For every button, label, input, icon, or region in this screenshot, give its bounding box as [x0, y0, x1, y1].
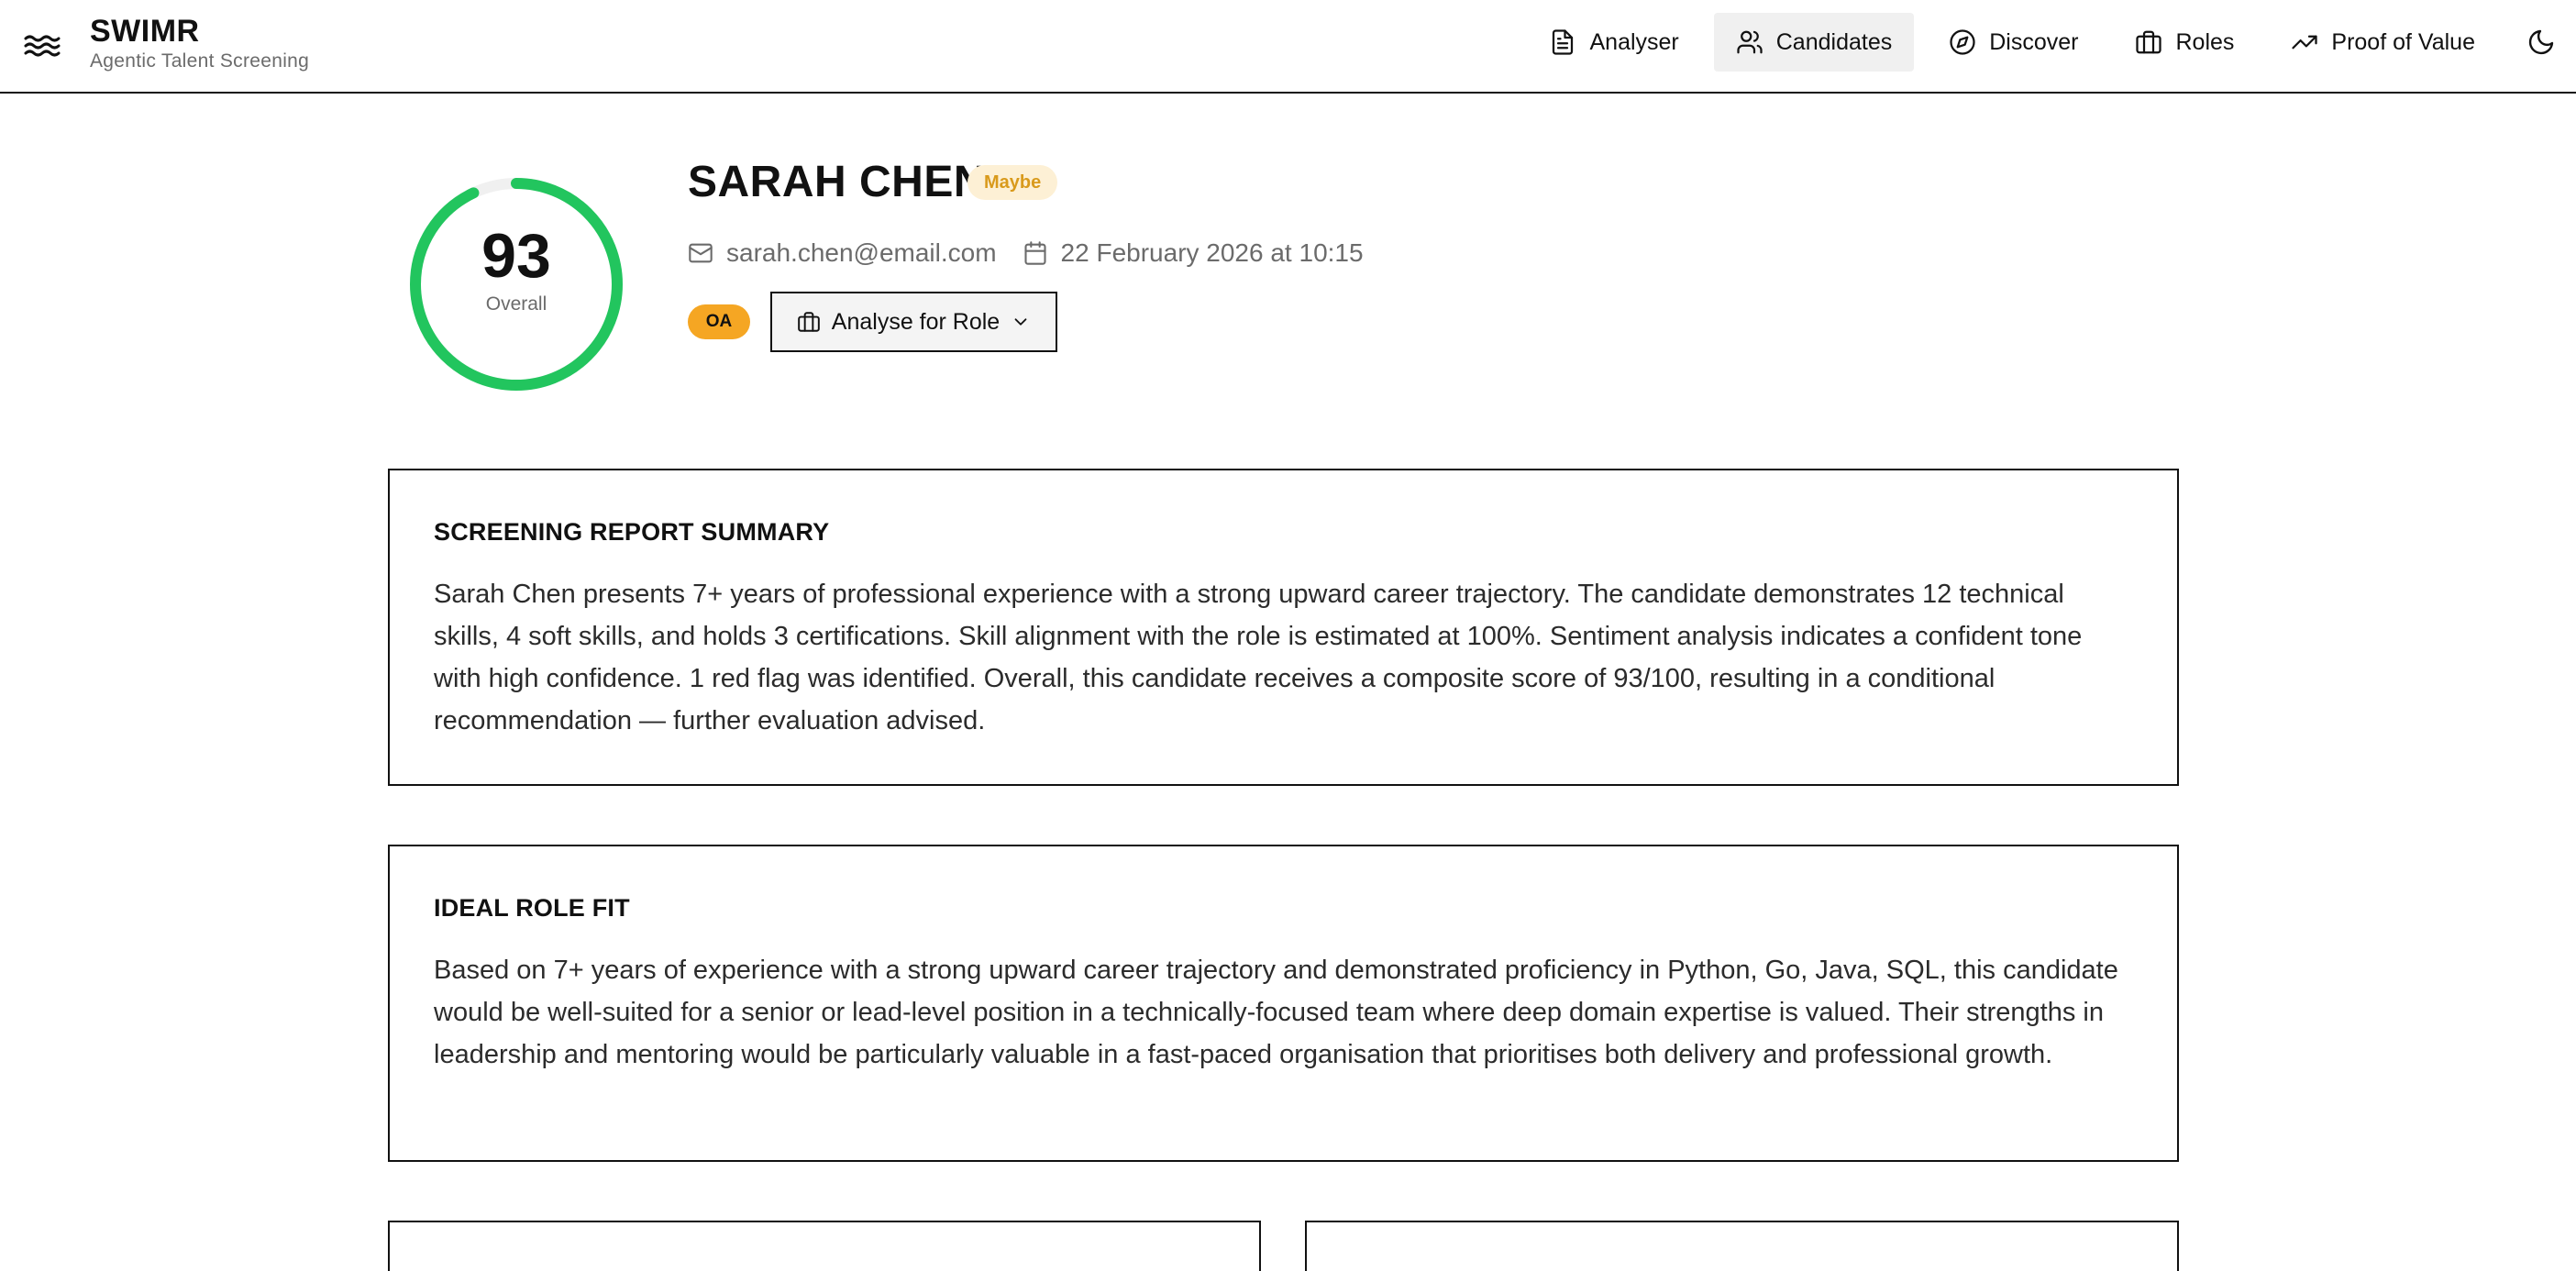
detail-card-right — [1305, 1221, 2179, 1271]
nav-item-label: Discover — [1989, 28, 2079, 55]
analyse-for-role-button[interactable]: Analyse for Role — [770, 292, 1057, 352]
nav-item-analyser[interactable]: Analyser — [1527, 13, 1700, 72]
detail-card-left — [388, 1221, 1261, 1271]
chevron-down-icon — [1014, 318, 1027, 326]
candidate-name: SARAH CHEN — [688, 158, 987, 206]
menu-icon[interactable] — [22, 26, 62, 66]
card-heading: SCREENING REPORT SUMMARY — [434, 518, 830, 546]
nav-item-label: Candidates — [1775, 28, 1893, 55]
nav-item-roles[interactable]: Roles — [2113, 13, 2256, 72]
calendar-icon — [1023, 241, 1046, 265]
nav-item-label: Proof of Value — [2331, 28, 2475, 55]
top-navigation-bar: SWIMR Agentic Talent Screening Analyser … — [0, 0, 2576, 94]
main-nav: Analyser Candidates Discover Roles Proof… — [1514, 13, 2576, 72]
briefcase-icon — [797, 312, 820, 332]
candidate-date: 22 February 2026 at 10:15 — [1060, 238, 1364, 267]
app-title: SWIMR — [90, 14, 200, 49]
compass-icon — [1950, 29, 1975, 55]
analyse-button-label: Analyse for Role — [831, 308, 1001, 335]
nav-item-proof-of-value[interactable]: Proof of Value — [2269, 13, 2497, 72]
trending-up-icon — [2292, 35, 2318, 50]
nav-item-discover[interactable]: Discover — [1927, 13, 2100, 72]
nav-item-label: Roles — [2175, 28, 2235, 55]
overall-score-label: Overall — [485, 293, 547, 315]
candidate-email[interactable]: sarah.chen@email.com — [726, 238, 997, 268]
mail-icon — [689, 243, 713, 263]
card-body: Based on 7+ years of experience with a s… — [434, 956, 2118, 1069]
screening-summary-card: SCREENING REPORT SUMMARY Sarah Chen pres… — [388, 469, 2179, 786]
card-body: Sarah Chen presents 7+ years of professi… — [434, 580, 2083, 735]
overall-score-ring: 93 Overall — [406, 174, 626, 394]
briefcase-icon — [2136, 30, 2162, 54]
verdict-badge: Maybe — [967, 165, 1058, 200]
candidate-meta: sarah.chen@email.com 22 February 2026 at… — [688, 235, 1364, 271]
app-subtitle: Agentic Talent Screening — [90, 50, 310, 72]
oa-tag-badge: OA — [688, 304, 750, 339]
ideal-role-fit-card: IDEAL ROLE FIT Based on 7+ years of expe… — [388, 845, 2179, 1162]
card-heading: IDEAL ROLE FIT — [434, 894, 630, 922]
brand[interactable]: SWIMR Agentic Talent Screening — [90, 13, 309, 73]
users-icon — [1737, 30, 1763, 54]
nav-item-candidates[interactable]: Candidates — [1713, 13, 1915, 72]
moon-icon — [2528, 29, 2554, 55]
theme-toggle-button[interactable] — [2512, 13, 2570, 72]
nav-item-label: Analyser — [1589, 28, 1679, 55]
overall-score-value: 93 — [481, 221, 551, 291]
file-text-icon — [1553, 29, 1574, 55]
